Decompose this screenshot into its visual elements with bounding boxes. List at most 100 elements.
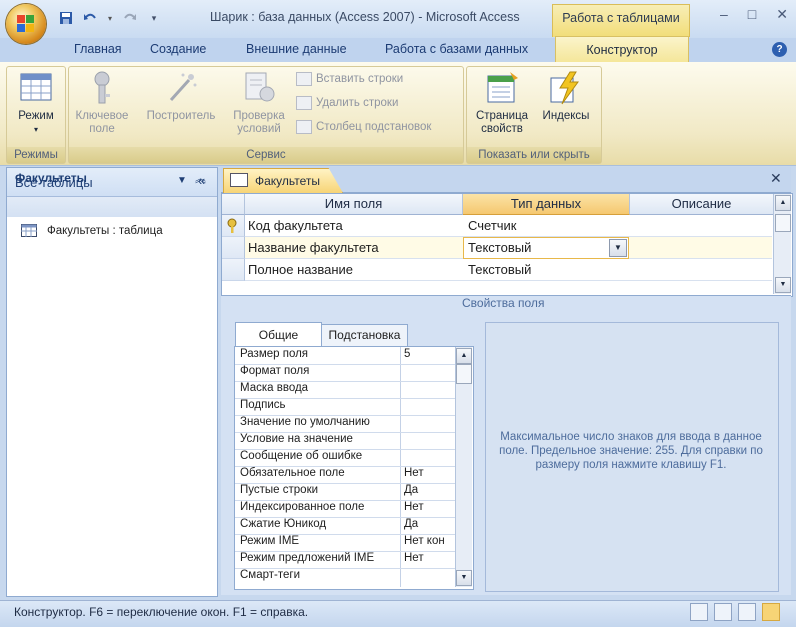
magic-wand-icon <box>163 70 199 106</box>
customize-qat-icon[interactable]: ▾ <box>146 10 162 26</box>
scroll-down-icon[interactable]: ▼ <box>456 570 472 586</box>
maximize-button[interactable]: □ <box>748 6 756 23</box>
data-type-cell[interactable]: Счетчик <box>468 218 517 233</box>
scroll-up-icon[interactable]: ▲ <box>775 195 791 211</box>
property-label: Формат поля <box>240 365 310 377</box>
undo-icon[interactable] <box>82 10 98 26</box>
row-selector[interactable] <box>222 237 245 259</box>
lookup-column-label: Столбец подстановок <box>316 121 432 133</box>
row-selector[interactable] <box>222 215 245 237</box>
delete-rows-icon <box>296 96 312 110</box>
scroll-thumb[interactable] <box>775 214 791 232</box>
datasheet-view-icon <box>18 70 54 106</box>
window-controls: – □ ✕ <box>720 6 788 23</box>
property-value[interactable]: Да <box>404 518 452 530</box>
data-type-cell[interactable]: Текстовый <box>468 240 531 255</box>
group-label-tools: Сервис <box>69 147 463 163</box>
tab-create[interactable]: Создание <box>150 42 206 56</box>
design-view-icon[interactable] <box>762 603 780 621</box>
property-sheet-label: Страница свойств <box>475 110 529 135</box>
lookup-column-button[interactable]: Столбец подстановок <box>296 120 431 134</box>
test-validation-button[interactable]: Проверка условий <box>228 70 290 136</box>
property-label: Режим предложений IME <box>240 552 375 564</box>
chevron-down-icon[interactable]: ▼ <box>177 175 187 186</box>
table-icon <box>21 224 37 237</box>
tab-design[interactable]: Конструктор <box>555 36 689 65</box>
nav-item-table[interactable]: Факультеты : таблица <box>21 224 163 237</box>
save-icon[interactable] <box>58 10 74 26</box>
property-value[interactable]: Нет <box>404 501 452 513</box>
column-header-field-name[interactable]: Имя поля <box>245 194 463 215</box>
test-validation-label: Проверка условий <box>233 110 285 135</box>
tab-home[interactable]: Главная <box>74 42 122 56</box>
property-help-text: Максимальное число знаков для ввода в да… <box>499 431 763 471</box>
group-label-show-hide: Показать или скрыть <box>467 147 601 163</box>
nav-group-label: Факультеты <box>15 171 87 185</box>
nav-group-header[interactable] <box>7 197 217 217</box>
property-label: Размер поля <box>240 348 309 360</box>
property-value[interactable]: Нет <box>404 467 452 479</box>
row-selector[interactable] <box>222 259 245 281</box>
office-button[interactable] <box>6 4 46 44</box>
table-icon <box>230 173 248 187</box>
scroll-up-icon[interactable]: ▲ <box>456 348 472 364</box>
close-document-icon[interactable]: ✕ <box>770 170 782 187</box>
grid-scrollbar[interactable]: ▲ ▼ <box>773 194 791 294</box>
property-label: Сообщение об ошибке <box>240 450 363 462</box>
property-sheet-button[interactable]: Страница свойств <box>472 70 532 136</box>
indexes-button[interactable]: Индексы <box>538 70 594 123</box>
column-header-description[interactable]: Описание <box>630 194 774 215</box>
chevron-down-icon: ▾ <box>33 125 38 134</box>
property-label: Смарт-теги <box>240 569 300 581</box>
datasheet-view-icon[interactable] <box>690 603 708 621</box>
window-title: Шарик : база данных (Access 2007) - Micr… <box>210 10 520 24</box>
pivot-table-view-icon[interactable] <box>714 603 732 621</box>
tab-general[interactable]: Общие <box>235 322 322 347</box>
chevron-down-icon[interactable]: ▼ <box>609 239 627 257</box>
close-window-button[interactable]: ✕ <box>776 6 788 23</box>
tab-database-tools[interactable]: Работа с базами данных <box>385 42 528 56</box>
scroll-down-icon[interactable]: ▼ <box>775 277 791 293</box>
property-label: Маска ввода <box>240 382 309 394</box>
data-type-cell[interactable]: Текстовый <box>468 262 531 277</box>
office-logo-icon <box>17 15 35 33</box>
column-header-data-type[interactable]: Тип данных <box>463 194 630 215</box>
pivot-chart-view-icon[interactable] <box>738 603 756 621</box>
property-label: Сжатие Юникод <box>240 518 327 530</box>
property-label: Подпись <box>240 399 286 411</box>
property-label: Обязательное поле <box>240 467 345 479</box>
group-label-views: Режимы <box>7 147 65 163</box>
field-name-cell[interactable]: Полное название <box>248 262 353 277</box>
field-name-cell[interactable]: Код факультета <box>248 218 343 233</box>
chevron-up-icon[interactable]: ︽ <box>195 170 206 186</box>
help-icon[interactable]: ? <box>772 42 787 57</box>
key-icon <box>84 70 120 106</box>
builder-button[interactable]: Построитель <box>141 70 221 123</box>
property-value[interactable]: Нет кон <box>404 535 452 547</box>
property-value[interactable]: Да <box>404 484 452 496</box>
delete-rows-button[interactable]: Удалить строки <box>296 96 398 110</box>
tab-external-data[interactable]: Внешние данные <box>246 42 347 56</box>
row-selector-header <box>222 194 245 215</box>
property-label: Пустые строки <box>240 484 319 496</box>
context-tab-group-title: Работа с таблицами <box>552 4 690 37</box>
property-scrollbar[interactable]: ▲ ▼ <box>455 347 472 587</box>
key-field-label: Ключевое поле <box>75 110 129 135</box>
redo-icon[interactable] <box>122 10 138 26</box>
insert-rows-label: Вставить строки <box>316 73 404 85</box>
view-mode-button[interactable]: Режим ▾ <box>8 70 64 136</box>
key-field-button[interactable]: Ключевое поле <box>74 70 130 136</box>
minimize-button[interactable]: – <box>720 6 728 23</box>
navigation-pane: Все таблицы ▼ « Факультеты ︽ Факультеты … <box>6 167 218 597</box>
field-name-cell[interactable]: Название факультета <box>248 240 379 255</box>
insert-rows-button[interactable]: Вставить строки <box>296 72 403 86</box>
tab-lookup[interactable]: Подстановка <box>321 324 408 346</box>
empty-row[interactable] <box>222 281 772 293</box>
property-sheet-icon <box>484 70 520 106</box>
status-text: Конструктор. F6 = переключение окон. F1 … <box>14 605 309 619</box>
property-value[interactable]: 5 <box>404 348 452 360</box>
property-value[interactable]: Нет <box>404 552 452 564</box>
delete-rows-label: Удалить строки <box>316 97 399 109</box>
scroll-thumb[interactable] <box>456 364 472 384</box>
undo-dropdown-icon[interactable]: ▾ <box>106 10 114 26</box>
